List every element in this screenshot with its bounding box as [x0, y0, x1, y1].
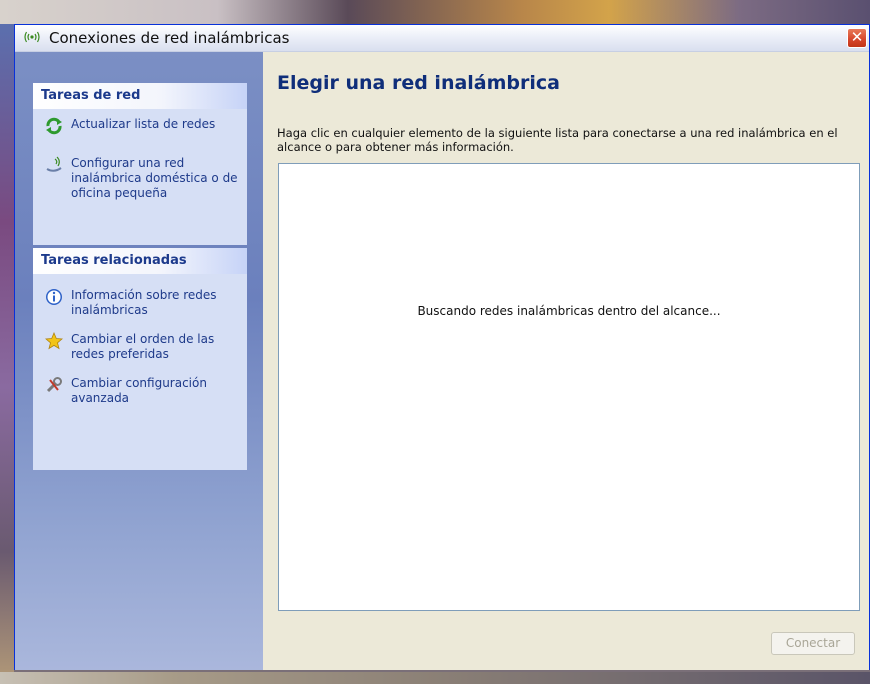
- task-label: Actualizar lista de redes: [71, 117, 216, 131]
- wireless-info-link[interactable]: Información sobre redes inalámbricas: [39, 288, 241, 318]
- related-tasks-group: Tareas relacionadas Información sobre re…: [33, 248, 247, 470]
- window-title: Conexiones de red inalámbricas: [49, 29, 290, 47]
- title-bar[interactable]: Conexiones de red inalámbricas ✕: [15, 25, 869, 52]
- instructions-text: Haga clic en cualquier elemento de la si…: [277, 126, 838, 154]
- connect-button[interactable]: Conectar: [771, 632, 855, 655]
- setup-wireless-network-link[interactable]: Configurar una red inalámbrica doméstica…: [39, 156, 241, 201]
- info-icon: [45, 288, 63, 306]
- group-header-related-tasks[interactable]: Tareas relacionadas: [33, 248, 247, 274]
- refresh-network-list-link[interactable]: Actualizar lista de redes: [39, 117, 241, 135]
- network-list[interactable]: Buscando redes inalámbricas dentro del a…: [278, 163, 860, 611]
- page-title: Elegir una red inalámbrica: [277, 72, 560, 94]
- wireless-setup-icon: [45, 156, 63, 174]
- settings-icon: [45, 376, 63, 394]
- refresh-icon: [45, 117, 63, 135]
- task-label: Configurar una red inalámbrica doméstica…: [71, 156, 238, 200]
- advanced-settings-link[interactable]: Cambiar configuración avanzada: [39, 376, 241, 406]
- group-header-network-tasks[interactable]: Tareas de red: [33, 83, 247, 109]
- change-preferred-order-link[interactable]: Cambiar el orden de las redes preferidas: [39, 331, 241, 362]
- close-button[interactable]: ✕: [847, 28, 867, 48]
- task-pane: Tareas de red Actualizar lista de redes: [15, 52, 263, 670]
- network-tasks-group: Tareas de red Actualizar lista de redes: [33, 83, 247, 245]
- wireless-connections-window: Conexiones de red inalámbricas ✕ Tareas …: [14, 24, 870, 670]
- wireless-signal-icon: [23, 29, 41, 45]
- searching-status: Buscando redes inalámbricas dentro del a…: [417, 304, 721, 318]
- desktop-background-left: [0, 24, 14, 684]
- task-label: Cambiar configuración avanzada: [71, 376, 207, 405]
- star-icon: [45, 331, 63, 350]
- task-label: Cambiar el orden de las redes preferidas: [71, 332, 215, 361]
- task-label: Información sobre redes inalámbricas: [71, 288, 217, 317]
- main-content: Elegir una red inalámbrica Haga clic en …: [263, 52, 869, 670]
- close-icon: ✕: [850, 28, 864, 46]
- desktop-background-bottom: [0, 672, 870, 684]
- desktop-background-top: [0, 0, 870, 24]
